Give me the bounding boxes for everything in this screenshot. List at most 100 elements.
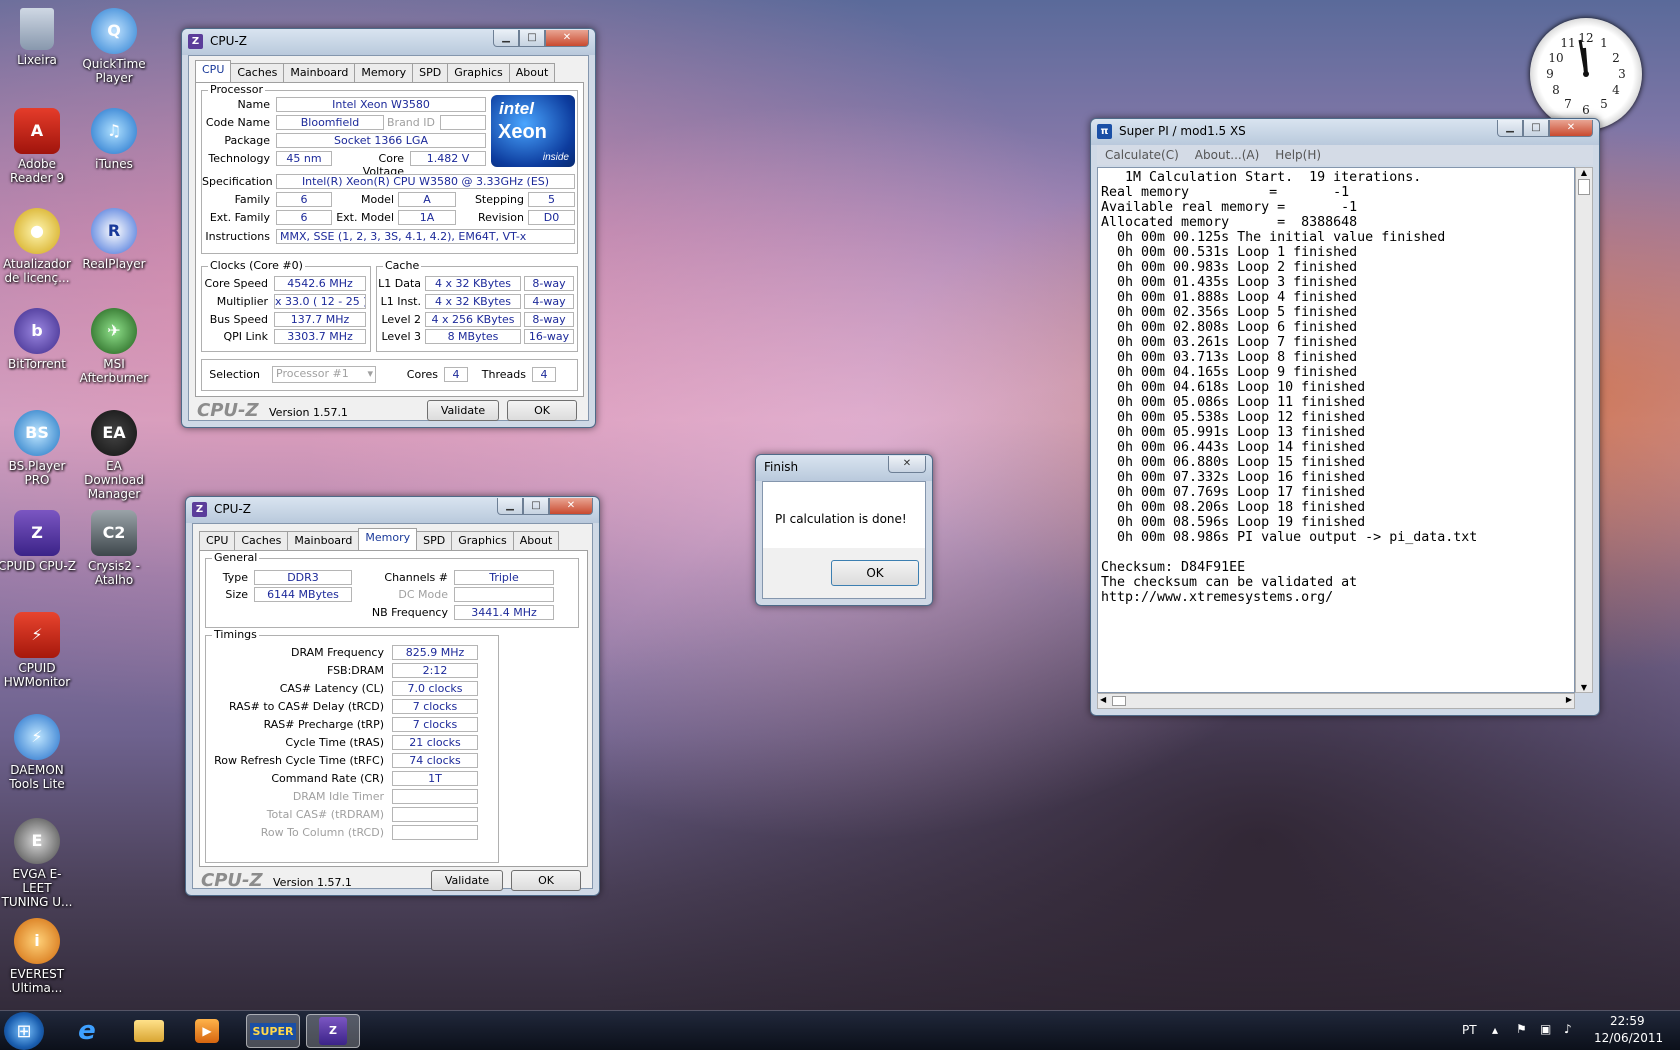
horizontal-scrollbar[interactable]: ◀ ▶ [1097, 693, 1575, 709]
dc-mode-value [454, 587, 554, 602]
taskbar-media-player[interactable]: ▶ [180, 1014, 234, 1048]
selection-row: Selection Processor #1 ▾ Cores 4 Threads… [201, 359, 578, 391]
minimize-button[interactable]: ▁ [497, 498, 523, 515]
tab-memory[interactable]: Memory [358, 528, 418, 550]
minimize-button[interactable]: ▁ [493, 30, 519, 47]
tab-about[interactable]: About [508, 63, 556, 82]
desktop-icon-label: MSI Afterburner [79, 357, 149, 385]
scroll-thumb[interactable] [1112, 696, 1126, 706]
tab-cpu[interactable]: CPU [195, 60, 232, 82]
desktop-icon-quicktime[interactable]: Q QuickTime Player [75, 8, 153, 85]
validate-button[interactable]: Validate [427, 400, 499, 421]
tab-mainboard[interactable]: Mainboard [287, 531, 360, 550]
close-button[interactable]: ✕ [888, 456, 926, 473]
ok-button[interactable]: OK [511, 870, 581, 891]
desktop-icon-realplayer[interactable]: R RealPlayer [75, 208, 153, 271]
ok-button[interactable]: OK [831, 560, 919, 586]
desktop-icon-msi-afterburner[interactable]: ✈ MSI Afterburner [75, 308, 153, 385]
desktop-icon-ea-download[interactable]: EA EA Download Manager [75, 410, 153, 501]
tab-about[interactable]: About [512, 531, 560, 550]
start-button[interactable]: ⊞ [4, 1012, 44, 1050]
desktop-icon-label: DAEMON Tools Lite [9, 763, 65, 791]
title-bar[interactable]: Z CPU-Z ▁ □ ✕ [182, 29, 595, 55]
finish-dialog[interactable]: Finish ✕ PI calculation is done! OK [755, 454, 933, 606]
timing-value: 74 clocks [392, 753, 478, 768]
tab-spd[interactable]: SPD [416, 531, 453, 550]
tab-graphics[interactable]: Graphics [451, 531, 514, 550]
group-title: Clocks (Core #0) [208, 259, 305, 272]
volume-icon[interactable]: ♪ [1564, 1022, 1572, 1036]
taskbar-internet-explorer[interactable]: e [60, 1014, 114, 1048]
codename-value: Bloomfield [276, 115, 384, 130]
desktop-icon-adobe-reader[interactable]: A Adobe Reader 9 [0, 108, 76, 185]
taskbar-superpi[interactable]: SUPER [246, 1014, 300, 1048]
desktop-icon-label: BS.Player PRO [8, 459, 66, 487]
desktop-icon-label: Adobe Reader 9 [10, 157, 64, 185]
scroll-thumb[interactable] [1578, 179, 1590, 195]
desktop-icon-bittorrent[interactable]: b BitTorrent [0, 308, 76, 371]
level2-value: 4 x 256 KBytes [425, 312, 521, 327]
maximize-button[interactable]: □ [1523, 120, 1549, 137]
desktop-icon-crysis2[interactable]: C2 Crysis2 - Atalho [75, 510, 153, 587]
tab-caches[interactable]: Caches [230, 63, 285, 82]
desktop-icon-bsplayer[interactable]: BS BS.Player PRO [0, 410, 76, 487]
menu-help[interactable]: Help(H) [1267, 145, 1329, 165]
l1-data-way: 8-way [524, 276, 574, 291]
desktop-icon-daemon-tools[interactable]: ⚡ DAEMON Tools Lite [0, 714, 76, 791]
taskbar-cpuz[interactable]: Z [306, 1014, 360, 1048]
scroll-up-icon[interactable]: ▲ [1576, 168, 1592, 177]
tray-expand-icon[interactable]: ▴ [1492, 1023, 1498, 1037]
title-bar[interactable]: Finish ✕ [756, 455, 932, 481]
technology-value: 45 nm [276, 151, 332, 166]
minimize-button[interactable]: ▁ [1497, 120, 1523, 137]
tray-time[interactable]: 22:59 [1610, 1014, 1645, 1028]
desktop-icon-hwmonitor[interactable]: ⚡ CPUID HWMonitor [0, 612, 76, 689]
processor-select[interactable]: Processor #1 ▾ [272, 366, 376, 383]
action-center-icon[interactable]: ⚑ [1516, 1022, 1527, 1036]
title-bar[interactable]: π Super PI / mod1.5 XS ▁ □ ✕ [1091, 119, 1599, 145]
svg-text:9: 9 [1546, 67, 1554, 81]
desktop-icon-evga[interactable]: E EVGA E-LEET TUNING U... [0, 818, 76, 909]
tab-mainboard[interactable]: Mainboard [283, 63, 356, 82]
tab-memory[interactable]: Memory [354, 63, 414, 82]
scroll-right-icon[interactable]: ▶ [1566, 695, 1572, 704]
vertical-scrollbar[interactable]: ▲ ▼ [1575, 167, 1593, 693]
validate-button[interactable]: Validate [431, 870, 503, 891]
desktop-icon-cpuz[interactable]: Z CPUID CPU-Z [0, 510, 76, 573]
specification-value: Intel(R) Xeon(R) CPU W3580 @ 3.33GHz (ES… [276, 174, 575, 189]
tab-graphics[interactable]: Graphics [447, 63, 510, 82]
close-button[interactable]: ✕ [545, 30, 589, 47]
menu-about[interactable]: About...(A) [1187, 145, 1268, 165]
cpuz-window-cpu[interactable]: Z CPU-Z ▁ □ ✕ CPU Caches Mainboard Memor… [181, 28, 596, 428]
ok-button[interactable]: OK [507, 400, 577, 421]
timing-label: FSB:DRAM [326, 664, 384, 677]
maximize-button[interactable]: □ [519, 30, 545, 47]
cpuz-window-memory[interactable]: Z CPU-Z ▁ □ ✕ CPU Caches Mainboard Memor… [185, 496, 600, 896]
tab-caches[interactable]: Caches [234, 531, 289, 550]
tray-date[interactable]: 12/06/2011 [1594, 1031, 1663, 1045]
tab-cpu[interactable]: CPU [199, 531, 236, 550]
superpi-window[interactable]: π Super PI / mod1.5 XS ▁ □ ✕ Calculate(C… [1090, 118, 1600, 716]
desktop-icon-label: EVGA E-LEET TUNING U... [1, 867, 73, 909]
taskbar-explorer[interactable] [122, 1014, 176, 1048]
desktop-icon-recycle-bin[interactable]: Lixeira [0, 8, 76, 67]
output-text[interactable]: 1M Calculation Start. 19 iterations. Real… [1097, 167, 1575, 693]
menu-calculate[interactable]: Calculate(C) [1097, 145, 1187, 165]
scroll-down-icon[interactable]: ▼ [1576, 683, 1592, 692]
ext-family-label: Ext. Family [209, 211, 270, 224]
language-indicator[interactable]: PT [1462, 1023, 1477, 1037]
desktop-icon-label: iTunes [95, 157, 133, 171]
timing-label: Total CAS# (tRDRAM) [266, 808, 384, 821]
stepping-label: Stepping [474, 193, 524, 206]
close-button[interactable]: ✕ [1549, 120, 1593, 137]
close-button[interactable]: ✕ [549, 498, 593, 515]
desktop-icon-license-updater[interactable]: ● Atualizador de licenç... [0, 208, 76, 285]
title-bar[interactable]: Z CPU-Z ▁ □ ✕ [186, 497, 599, 523]
network-icon[interactable]: ▣ [1540, 1022, 1551, 1036]
desktop-icon-itunes[interactable]: ♫ iTunes [75, 108, 153, 171]
clock-gadget[interactable]: 12 1 2 3 4 5 6 7 8 9 10 11 [1530, 18, 1642, 130]
desktop-icon-everest[interactable]: i EVEREST Ultima... [0, 918, 76, 995]
tab-spd[interactable]: SPD [412, 63, 449, 82]
scroll-left-icon[interactable]: ◀ [1100, 695, 1106, 704]
maximize-button[interactable]: □ [523, 498, 549, 515]
